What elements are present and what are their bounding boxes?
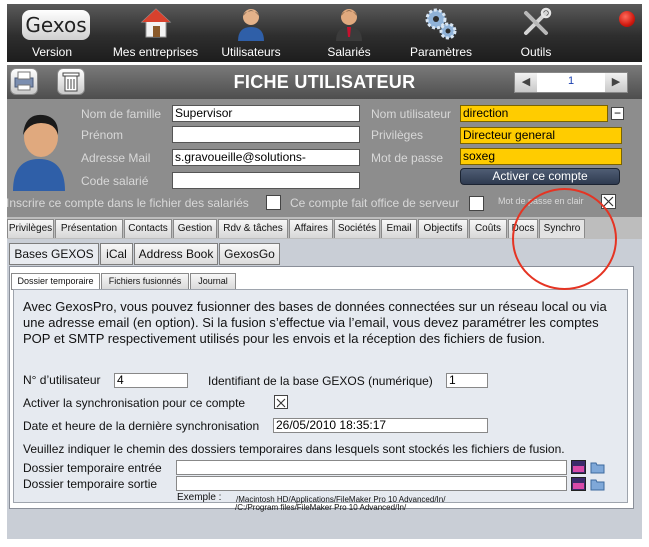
username-label: Nom utilisateur xyxy=(371,107,452,121)
checkmark-x-icon xyxy=(276,398,286,408)
example-win-path: /C:/Program files/FileMaker Pro 10 Advan… xyxy=(235,503,407,512)
subtab-bases-gexos[interactable]: Bases GEXOS xyxy=(9,243,99,265)
user-avatar xyxy=(13,114,65,191)
tab-affaires[interactable]: Affaires xyxy=(289,219,333,238)
password-label: Mot de passe xyxy=(371,151,444,165)
user-icon xyxy=(238,9,264,41)
privileges-field[interactable]: Directeur general xyxy=(460,127,622,144)
previous-record-button[interactable]: ◀ xyxy=(515,73,537,92)
sync-description: Avec GexosPro, vous pouvez fusionner des… xyxy=(23,299,607,346)
tab-couts[interactable]: Coûts xyxy=(469,219,507,238)
subtab-address-book[interactable]: Address Book xyxy=(134,243,218,265)
next-record-button[interactable]: ▶ xyxy=(605,73,627,92)
base-id-label: Identifiant de la base GEXOS (numérique) xyxy=(208,374,433,388)
employee-code-field[interactable] xyxy=(172,172,360,189)
toolbar-item-version[interactable]: Gexos Version xyxy=(11,4,93,62)
main-toolbar: Gexos Version Mes entreprises Utilisateu… xyxy=(7,4,642,62)
gears-icon xyxy=(425,8,457,40)
toolbar-label-parametres: Paramètres xyxy=(409,45,473,59)
user-number-label: N° d’utilisateur xyxy=(23,373,101,387)
tab-gestion[interactable]: Gestion xyxy=(173,219,217,238)
dossier-temporaire-content: Avec GexosPro, vous pouvez fusionner des… xyxy=(13,289,628,503)
toolbar-item-parametres[interactable]: Paramètres xyxy=(399,4,483,62)
folder-out-label: Dossier temporaire sortie xyxy=(23,477,158,491)
employee-icon xyxy=(336,9,362,41)
first-name-field[interactable] xyxy=(172,126,360,143)
password-field[interactable]: soxeg xyxy=(460,148,622,165)
register-employee-checkbox[interactable] xyxy=(266,195,281,210)
last-sync-field[interactable]: 26/05/2010 18:35:17 xyxy=(273,418,488,433)
folder-in-label: Dossier temporaire entrée xyxy=(23,461,162,475)
folder-icon[interactable] xyxy=(590,477,605,491)
folder-icon[interactable] xyxy=(590,460,605,474)
annotation-circle xyxy=(512,188,617,290)
employee-code-label: Code salarié xyxy=(81,174,149,188)
tab-societes[interactable]: Sociétés xyxy=(334,219,380,238)
folder-in-field[interactable] xyxy=(176,460,567,475)
server-account-label: Ce compte fait office de serveur xyxy=(290,196,460,210)
enable-sync-checkbox[interactable] xyxy=(274,395,288,409)
toolbar-label-mes-entreprises: Mes entreprises xyxy=(112,45,199,59)
status-indicator-icon[interactable] xyxy=(619,11,635,27)
image-icon[interactable] xyxy=(571,477,586,491)
subtab-gexosgo[interactable]: GexosGo xyxy=(219,243,280,265)
last-name-field[interactable]: Supervisor xyxy=(172,105,360,122)
register-employee-label: Inscrire ce compte dans le fichier des s… xyxy=(6,196,249,210)
tab-contacts[interactable]: Contacts xyxy=(124,219,172,238)
tab-privileges[interactable]: Privilèges xyxy=(7,219,54,238)
user-number-field[interactable]: 4 xyxy=(114,373,188,388)
tab-presentation[interactable]: Présentation xyxy=(55,219,123,238)
toolbar-item-mes-entreprises[interactable]: Mes entreprises xyxy=(103,4,208,62)
toolbar-label-utilisateurs: Utilisateurs xyxy=(221,45,281,59)
record-number[interactable]: 1 xyxy=(537,75,605,87)
toolbar-item-salaries[interactable]: Salariés xyxy=(309,4,389,62)
toolbar-label-version: Version xyxy=(31,45,73,59)
house-icon xyxy=(140,8,171,38)
bases-gexos-panel: Dossier temporaire Fichiers fusionnés Jo… xyxy=(9,266,634,509)
base-id-field[interactable]: 1 xyxy=(446,373,488,388)
example-label: Exemple : xyxy=(177,492,222,503)
folders-note: Veuillez indiquer le chemin des dossiers… xyxy=(23,442,565,456)
toolbar-label-salaries: Salariés xyxy=(327,45,371,59)
record-title-bar: FICHE UTILISATEUR ◀ 1 ▶ xyxy=(7,65,642,99)
subtab-ical[interactable]: iCal xyxy=(100,243,133,265)
username-field[interactable]: direction xyxy=(460,105,608,122)
inner-tab-dossier-temporaire[interactable]: Dossier temporaire xyxy=(11,273,100,290)
email-field[interactable]: s.gravoueille@solutions- xyxy=(172,149,360,166)
activate-account-button[interactable]: Activer ce compte xyxy=(460,168,620,185)
tab-objectifs[interactable]: Objectifs xyxy=(418,219,468,238)
inner-tab-fichiers-fusionnes[interactable]: Fichiers fusionnés xyxy=(101,273,189,290)
first-name-label: Prénom xyxy=(81,128,124,142)
enable-sync-label: Activer la synchronisation pour ce compt… xyxy=(23,396,246,410)
server-account-checkbox[interactable] xyxy=(469,196,484,211)
folder-out-field[interactable] xyxy=(176,476,567,491)
toolbar-item-outils[interactable]: Outils xyxy=(501,4,571,62)
email-label: Adresse Mail xyxy=(81,151,151,165)
last-sync-label: Date et heure de la dernière synchronisa… xyxy=(23,419,260,433)
toolbar-label-outils: Outils xyxy=(520,45,552,59)
username-minus-button[interactable]: − xyxy=(611,107,624,120)
privileges-label: Privilèges xyxy=(371,128,424,142)
toolbar-item-utilisateurs[interactable]: Utilisateurs xyxy=(211,4,291,62)
inner-tab-journal[interactable]: Journal xyxy=(190,273,236,290)
record-pager: ◀ 1 ▶ xyxy=(514,72,628,93)
tab-email[interactable]: Email xyxy=(381,219,417,238)
tab-rdv-taches[interactable]: Rdv & tâches xyxy=(218,219,288,238)
gexos-logo-icon: Gexos xyxy=(22,10,90,40)
last-name-label: Nom de famille xyxy=(81,107,162,121)
image-icon[interactable] xyxy=(571,460,586,474)
tools-icon xyxy=(524,7,552,35)
